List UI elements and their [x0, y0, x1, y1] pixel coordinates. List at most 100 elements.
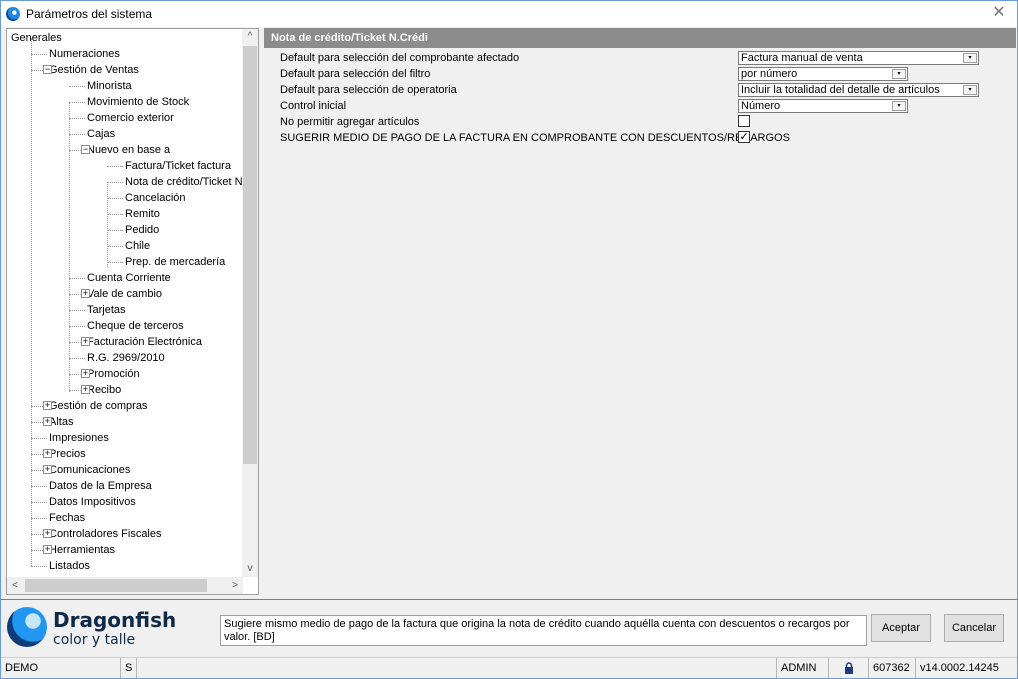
tree-item[interactable]: Recibo: [85, 382, 123, 398]
filtro-select[interactable]: por número ▾: [738, 67, 908, 81]
status-number: 607362: [869, 658, 916, 678]
tree-item-label: Factura/Ticket factura: [125, 160, 231, 172]
control-inicial-select[interactable]: Número ▾: [738, 99, 908, 113]
tree-item-label: Cuenta Corriente: [87, 272, 171, 284]
scroll-left-icon[interactable]: <: [7, 577, 23, 594]
tree-item[interactable]: Cajas: [85, 126, 117, 142]
expand-icon[interactable]: +: [43, 449, 52, 458]
tree-connector: [31, 438, 47, 439]
expand-icon[interactable]: +: [81, 385, 90, 394]
accept-button[interactable]: Aceptar: [871, 614, 931, 642]
sugerir-medio-pago-checkbox[interactable]: ✓: [738, 131, 750, 143]
tree-connector: [69, 102, 85, 103]
expand-icon[interactable]: +: [81, 369, 90, 378]
tree-connector: [107, 198, 123, 199]
scroll-right-icon[interactable]: >: [227, 577, 243, 594]
tree-connector: [107, 246, 123, 247]
no-permitir-agregar-checkbox[interactable]: [738, 115, 750, 127]
tree-horizontal-scrollbar[interactable]: < >: [7, 577, 243, 594]
scroll-up-icon[interactable]: ^: [242, 29, 258, 45]
tree-item-label: Prep. de mercadería: [125, 256, 226, 268]
tree-item-label: Gestión de compras: [49, 400, 148, 412]
tree-item[interactable]: Comercio exterior: [85, 110, 176, 126]
expand-icon[interactable]: +: [43, 529, 52, 538]
tree-connector: [107, 166, 123, 167]
tree-item[interactable]: Datos de la Empresa: [47, 478, 154, 494]
expand-icon[interactable]: +: [43, 417, 52, 426]
expand-icon[interactable]: +: [43, 545, 52, 554]
tree-item[interactable]: Gestión de Ventas: [47, 62, 141, 78]
expand-icon[interactable]: +: [43, 401, 52, 410]
tree-item[interactable]: Controladores Fiscales: [47, 526, 164, 542]
tree-item[interactable]: Facturación Electrónica: [85, 334, 204, 350]
tree-item[interactable]: Generales: [9, 30, 64, 46]
operatoria-select[interactable]: Incluir la totalidad del detalle de artí…: [738, 83, 979, 97]
close-icon[interactable]: ✕: [991, 5, 1007, 21]
property-label: SUGERIR MEDIO DE PAGO DE LA FACTURA EN C…: [280, 132, 790, 144]
tree-connector: [31, 518, 47, 519]
tree-item[interactable]: Vale de cambio: [85, 286, 164, 302]
expand-icon[interactable]: +: [81, 337, 90, 346]
tree-item-label: Datos de la Empresa: [49, 480, 152, 492]
chevron-down-icon[interactable]: ▾: [892, 101, 906, 111]
tree-item[interactable]: Comunicaciones: [47, 462, 132, 478]
vertical-scroll-thumb[interactable]: [243, 46, 257, 464]
chevron-down-icon[interactable]: ▾: [963, 53, 977, 63]
tree-item[interactable]: Nota de crédito/Ticket N: [123, 174, 243, 190]
tree-item[interactable]: Datos Impositivos: [47, 494, 138, 510]
expand-icon[interactable]: +: [81, 289, 90, 298]
tree-item[interactable]: Cheque de terceros: [85, 318, 186, 334]
property-row: Default para selección del filtro: [280, 66, 430, 82]
property-label: Default para selección de operatoria: [280, 84, 457, 96]
tree-item[interactable]: Gestión de compras: [47, 398, 149, 414]
horizontal-scroll-thumb[interactable]: [25, 579, 207, 592]
tree-item[interactable]: Nuevo en base a: [85, 142, 172, 158]
select-value: Número: [741, 100, 781, 112]
tree-item-label: Cancelación: [125, 192, 186, 204]
tree-item[interactable]: Cuenta Corriente: [85, 270, 173, 286]
tree-item-label: Cheque de terceros: [87, 320, 184, 332]
tree-item-label: Minorista: [87, 80, 132, 92]
tree-item[interactable]: Prep. de mercadería: [123, 254, 227, 270]
tree-item-label: Movimiento de Stock: [87, 96, 190, 108]
tree-item[interactable]: Listados: [47, 558, 92, 574]
tree-item[interactable]: Herramientas: [47, 542, 117, 558]
comprobante-afectado-select[interactable]: Factura manual de venta ▾: [738, 51, 979, 65]
tree-item[interactable]: Precios: [47, 446, 88, 462]
logo-name: Dragonfish: [53, 608, 177, 632]
tree-item[interactable]: Pedido: [123, 222, 161, 238]
tree-item[interactable]: Factura/Ticket factura: [123, 158, 233, 174]
tree-item-label: Precios: [49, 448, 86, 460]
tree-content: Generales Numeraciones Gestión de Ventas − M…: [7, 29, 243, 577]
tree-item-label: Datos Impositivos: [49, 496, 136, 508]
tree-item[interactable]: Remito: [123, 206, 162, 222]
tree-item[interactable]: Tarjetas: [85, 302, 128, 318]
tree-vertical-scrollbar[interactable]: ^ v: [242, 29, 258, 577]
status-bar: DEMO S ADMIN 607362 v14.0002.14245: [1, 657, 1017, 678]
expand-icon[interactable]: +: [43, 465, 52, 474]
tree-item[interactable]: Chile: [123, 238, 152, 254]
tree-item-label: Cajas: [87, 128, 116, 140]
collapse-icon[interactable]: −: [43, 65, 52, 74]
tree-item[interactable]: Impresiones: [47, 430, 111, 446]
parameters-tree: Generales Numeraciones Gestión de Ventas − M…: [6, 28, 259, 595]
scroll-down-icon[interactable]: v: [242, 561, 258, 577]
tree-item[interactable]: Promoción: [85, 366, 142, 382]
tree-connector: [31, 54, 47, 55]
tree-item[interactable]: Numeraciones: [47, 46, 122, 62]
chevron-down-icon[interactable]: ▾: [892, 69, 906, 79]
tree-item[interactable]: R.G. 2969/2010: [85, 350, 167, 366]
cancel-button[interactable]: Cancelar: [944, 614, 1004, 642]
status-user: ADMIN: [777, 658, 829, 678]
tree-item[interactable]: Fechas: [47, 510, 87, 526]
tree-item[interactable]: Cancelación: [123, 190, 188, 206]
chevron-down-icon[interactable]: ▾: [963, 85, 977, 95]
status-environment: DEMO: [1, 658, 121, 678]
tree-item-label: Recibo: [87, 384, 122, 396]
property-row: Control inicial: [280, 98, 346, 114]
tree-connector: [107, 230, 123, 231]
tree-item[interactable]: Movimiento de Stock: [85, 94, 191, 110]
tree-item[interactable]: Minorista: [85, 78, 134, 94]
collapse-icon[interactable]: −: [81, 145, 90, 154]
tree-item-label: Chile: [125, 240, 151, 252]
